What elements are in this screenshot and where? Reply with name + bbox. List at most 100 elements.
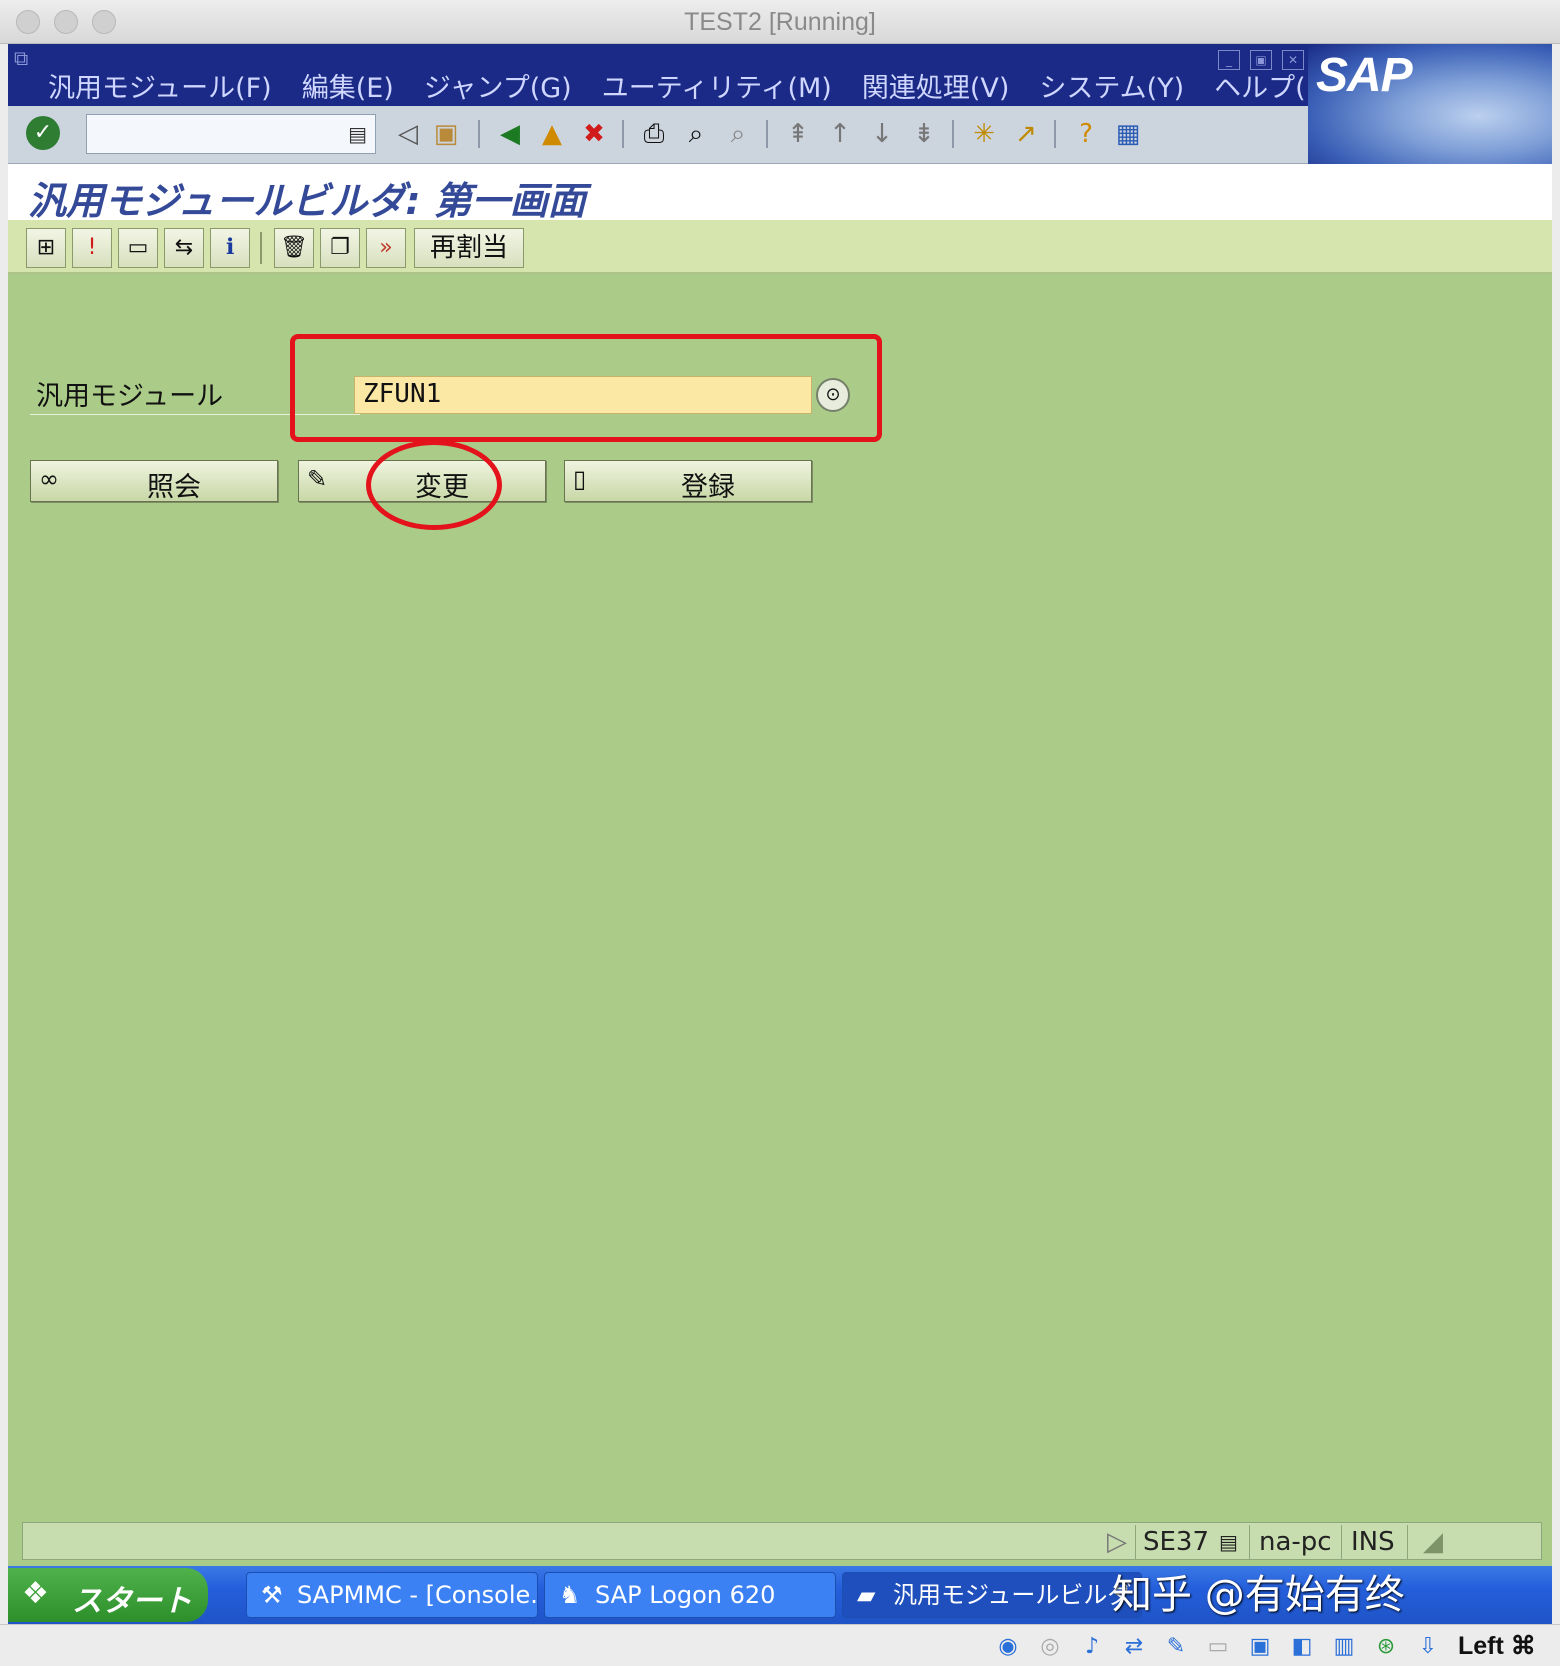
start-button[interactable]: ❖ スタート <box>8 1568 208 1622</box>
close-icon[interactable]: ✕ <box>1282 50 1304 70</box>
shortcut-icon[interactable]: ↗ <box>1008 116 1044 152</box>
vm-status-bar: ◉ ◎ ♪ ⇄ ✎ ▭ ▣ ◧ ▥ ⊛ ⇩ Left ⌘ <box>0 1624 1560 1666</box>
task-function-builder[interactable]: ▰ 汎用モジュールビルダ: ... <box>842 1572 1142 1618</box>
status-bar: ▷ SE37 ▤ na-pc INS ◢ <box>8 1518 1552 1566</box>
monitor-icon: ▭ <box>127 235 149 260</box>
status-message-field: ▷ SE37 ▤ na-pc INS ◢ <box>22 1522 1542 1560</box>
next-page-icon[interactable]: ↓ <box>864 116 900 152</box>
sapmmc-icon: ⚒ <box>261 1581 283 1609</box>
watermark: 知乎 @有始有终 <box>1112 1572 1405 1618</box>
create-button-label: 登録 <box>681 472 735 503</box>
mouse-integration-icon[interactable]: ⇩ <box>1414 1633 1442 1661</box>
hard-disk-icon[interactable]: ◉ <box>994 1633 1022 1661</box>
application-toolbar: ⊞ ! ▭ ⇆ ℹ 🗑 ❐ » 再割当 <box>8 220 1552 274</box>
system-toolbar: ✓ ▤ ◁ ▣ ◀ ▲ ✖ ⎙ ⌕ ⌕ ⇞ ↑ ↓ ⇟ ✳ ↗ ? ▦ <box>8 106 1308 164</box>
status-separator <box>1407 1525 1408 1559</box>
sap-gui-window: ⧉ 汎用モジュール(F) 編集(E) ジャンプ(G) ユーティリティ(M) 関連… <box>8 44 1552 1624</box>
task-sap-logon[interactable]: ♞ SAP Logon 620 <box>544 1572 836 1618</box>
rename-button[interactable]: » <box>366 228 406 268</box>
status-separator <box>1341 1525 1342 1559</box>
reassign-button[interactable]: 再割当 <box>414 228 524 268</box>
task-label: SAP Logon 620 <box>595 1581 776 1609</box>
resize-grip-icon[interactable]: ◢ <box>1423 1527 1443 1557</box>
customize-layout-icon[interactable]: ▦ <box>1110 116 1146 152</box>
enter-icon[interactable]: ✓ <box>26 116 60 150</box>
info-button[interactable]: ℹ <box>210 228 250 268</box>
status-mode: INS <box>1351 1527 1395 1557</box>
rename-icon: » <box>379 235 393 260</box>
check-button[interactable]: ! <box>72 228 112 268</box>
minimize-icon[interactable]: _ <box>1218 50 1240 70</box>
sap-logon-icon: ♞ <box>559 1581 581 1609</box>
menu-edit[interactable]: 編集(E) <box>302 66 394 105</box>
task-label: 汎用モジュールビルダ: ... <box>893 1581 1141 1609</box>
network-icon[interactable]: ⇄ <box>1120 1633 1148 1661</box>
help-icon[interactable]: ? <box>1068 116 1104 152</box>
status-host: na-pc <box>1259 1527 1332 1557</box>
guest-additions-icon[interactable]: ⊛ <box>1372 1633 1400 1661</box>
video-capture-icon[interactable]: ◧ <box>1288 1633 1316 1661</box>
other-object-button[interactable]: ⊞ <box>26 228 66 268</box>
windows-taskbar: ❖ スタート ⚒ SAPMMC - [Console... ♞ SAP Logo… <box>8 1566 1552 1624</box>
display-button[interactable]: ∞ 照会 <box>30 460 278 503</box>
cpu-icon[interactable]: ▥ <box>1330 1633 1358 1661</box>
host-key-indicator: Left ⌘ <box>1458 1632 1536 1660</box>
copy-button[interactable]: ❐ <box>320 228 360 268</box>
menu-function-module[interactable]: 汎用モジュール(F) <box>48 66 272 105</box>
display-button-label: 照会 <box>147 472 201 503</box>
function-module-label: 汎用モジュール <box>36 381 224 412</box>
menu-environment[interactable]: 関連処理(V) <box>862 66 1010 105</box>
shared-folder-icon[interactable]: ▭ <box>1204 1633 1232 1661</box>
title-area: 汎用モジュールビルダ: 第一画面 <box>8 164 1552 223</box>
cancel-icon[interactable]: ✖ <box>576 116 612 152</box>
audio-icon[interactable]: ♪ <box>1078 1633 1106 1661</box>
create-button[interactable]: ▯ 登録 <box>564 460 812 503</box>
toolbar-separator <box>622 120 624 148</box>
exclamation-icon: ! <box>87 235 97 260</box>
system-menu-icon[interactable]: ⧉ <box>14 46 28 70</box>
save-icon[interactable]: ▣ <box>428 116 464 152</box>
test-button[interactable]: ▭ <box>118 228 158 268</box>
sap-logo: SAP <box>1308 44 1552 164</box>
usb-icon[interactable]: ✎ <box>1162 1633 1190 1661</box>
command-history-icon[interactable]: ▤ <box>348 122 367 146</box>
sap-logo-text: SAP <box>1316 49 1413 102</box>
status-expand-icon[interactable]: ▷ <box>1107 1527 1127 1557</box>
back-arrow-icon[interactable]: ◁ <box>390 116 426 152</box>
back-icon[interactable]: ◀ <box>492 116 528 152</box>
create-session-icon[interactable]: ✳ <box>966 116 1002 152</box>
toolbar-separator <box>478 120 480 148</box>
print-icon[interactable]: ⎙ <box>636 116 672 152</box>
page-title: 汎用モジュールビルダ: 第一画面 <box>28 179 586 223</box>
previous-page-icon[interactable]: ↑ <box>822 116 858 152</box>
where-used-button[interactable]: ⇆ <box>164 228 204 268</box>
task-label: SAPMMC - [Console... <box>297 1581 538 1609</box>
session-info-icon[interactable]: ▤ <box>1219 1527 1238 1557</box>
optical-drive-icon[interactable]: ◎ <box>1036 1633 1064 1661</box>
windows-logo-icon: ❖ <box>22 1576 49 1611</box>
find-icon[interactable]: ⌕ <box>678 116 714 152</box>
toolbar-separator <box>260 232 262 264</box>
work-area: 汎用モジュール ZFUN1 ⊙ ∞ 照会 ✎ 変更 ▯ 登録 <box>8 274 1552 1518</box>
command-field[interactable]: ▤ <box>86 114 376 154</box>
vm-window-titlebar: TEST2 [Running] <box>0 0 1560 44</box>
menu-system[interactable]: システム(Y) <box>1039 66 1184 105</box>
toolbar-separator <box>766 120 768 148</box>
status-transaction: SE37 <box>1143 1527 1210 1557</box>
info-icon: ℹ <box>225 235 235 260</box>
where-used-icon: ⇆ <box>174 235 194 260</box>
exit-icon[interactable]: ▲ <box>534 116 570 152</box>
vm-window-title: TEST2 [Running] <box>684 8 876 36</box>
annotation-circle <box>366 440 502 530</box>
task-sapmmc[interactable]: ⚒ SAPMMC - [Console... <box>246 1572 538 1618</box>
find-next-icon[interactable]: ⌕ <box>720 116 756 152</box>
toolbar-separator <box>1054 120 1056 148</box>
trash-icon: 🗑 <box>280 235 308 260</box>
menu-goto[interactable]: ジャンプ(G) <box>424 66 572 105</box>
first-page-icon[interactable]: ⇞ <box>780 116 816 152</box>
restore-icon[interactable]: ▣ <box>1250 50 1272 70</box>
delete-button[interactable]: 🗑 <box>274 228 314 268</box>
display-icon[interactable]: ▣ <box>1246 1633 1274 1661</box>
last-page-icon[interactable]: ⇟ <box>906 116 942 152</box>
menu-utilities[interactable]: ユーティリティ(M) <box>602 66 832 105</box>
